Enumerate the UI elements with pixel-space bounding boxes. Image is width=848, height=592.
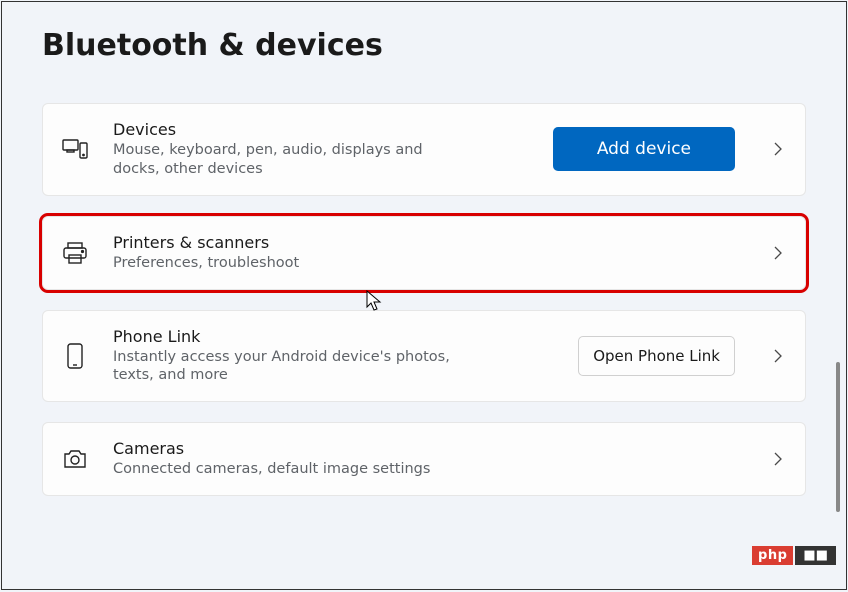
printers-scanners-card[interactable]: Printers & scanners Preferences, trouble… [42, 216, 806, 290]
chevron-right-icon [773, 245, 783, 261]
printer-icon [61, 239, 89, 267]
devices-card[interactable]: Devices Mouse, keyboard, pen, audio, dis… [42, 103, 806, 196]
printers-desc: Preferences, troubleshoot [113, 254, 453, 273]
chevron-right-icon [773, 141, 783, 157]
phone-title: Phone Link [113, 327, 554, 346]
cameras-title: Cameras [113, 439, 749, 458]
phone-desc: Instantly access your Android device's p… [113, 348, 453, 386]
page-title: Bluetooth & devices [2, 2, 846, 63]
phone-icon [61, 342, 89, 370]
devices-icon [61, 135, 89, 163]
cameras-desc: Connected cameras, default image setting… [113, 460, 453, 479]
chevron-right-icon [773, 348, 783, 364]
printers-title: Printers & scanners [113, 233, 749, 252]
scrollbar[interactable] [836, 362, 840, 512]
devices-desc: Mouse, keyboard, pen, audio, displays an… [113, 141, 453, 179]
watermark: php ■■ [752, 546, 836, 565]
watermark-left: php [752, 546, 793, 565]
watermark-right: ■■ [795, 546, 836, 565]
add-device-button[interactable]: Add device [553, 127, 735, 171]
chevron-right-icon [773, 451, 783, 467]
phone-link-card[interactable]: Phone Link Instantly access your Android… [42, 310, 806, 403]
open-phone-link-button[interactable]: Open Phone Link [578, 336, 735, 376]
devices-title: Devices [113, 120, 529, 139]
cameras-card[interactable]: Cameras Connected cameras, default image… [42, 422, 806, 496]
camera-icon [61, 445, 89, 473]
settings-card-list: Devices Mouse, keyboard, pen, audio, dis… [2, 103, 846, 496]
